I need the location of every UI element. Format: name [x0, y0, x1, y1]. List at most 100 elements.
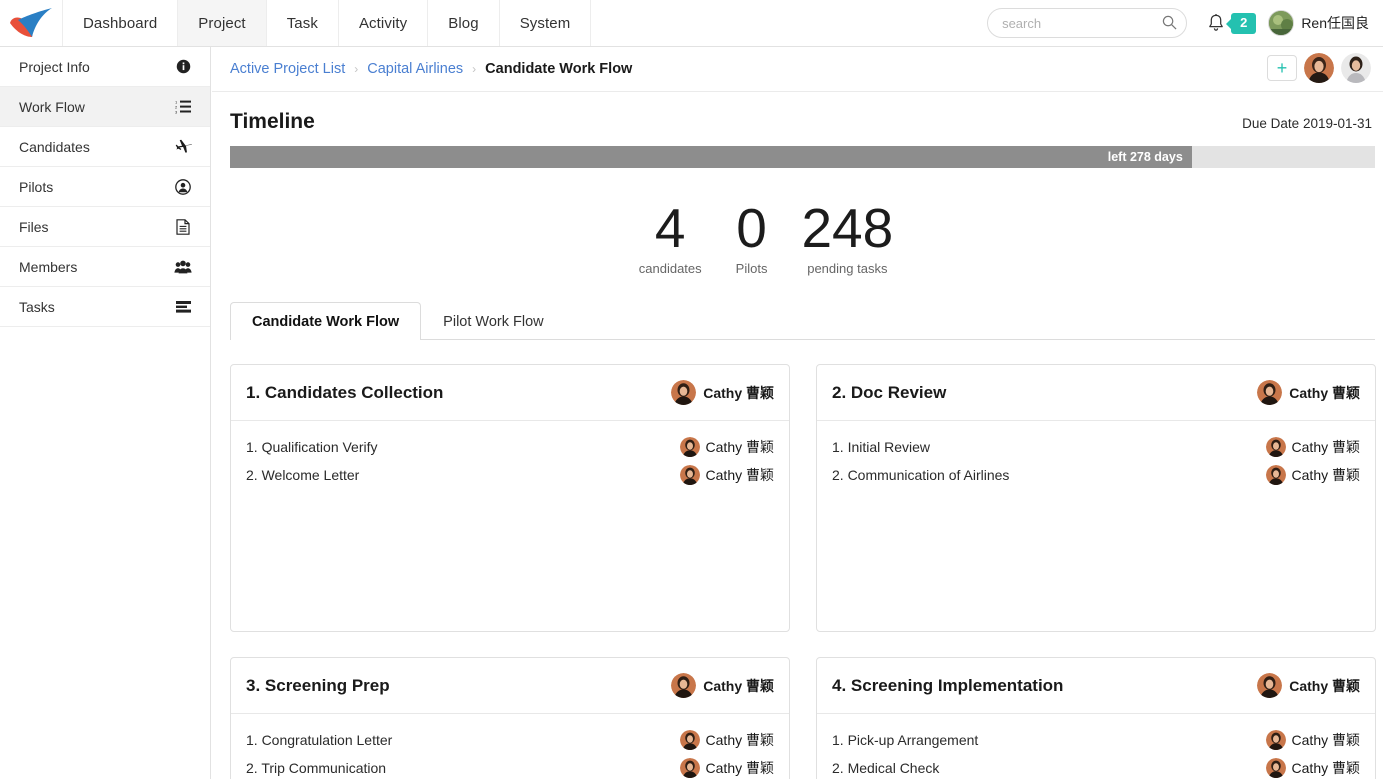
- sidebar-item-candidates[interactable]: Candidates: [0, 127, 210, 167]
- task-owner[interactable]: Cathy 曹颖: [1265, 465, 1360, 485]
- sidebar-item-files[interactable]: Files: [0, 207, 210, 247]
- tab-candidate-work-flow[interactable]: Candidate Work Flow: [230, 302, 422, 340]
- task-owner[interactable]: Cathy 曹颖: [1265, 437, 1360, 457]
- task-owner-name: Cathy 曹颖: [705, 760, 774, 776]
- member-avatar-2[interactable]: [1341, 53, 1371, 83]
- avatar-image: [1304, 53, 1334, 83]
- workflow-card[interactable]: 4. Screening Implementation Cathy 曹颖 1. …: [816, 657, 1376, 779]
- task-owner[interactable]: Cathy 曹颖: [1265, 730, 1360, 750]
- sidebar-item-tasks[interactable]: Tasks: [0, 287, 210, 327]
- workflow-card[interactable]: 3. Screening Prep Cathy 曹颖 1. Congratula…: [230, 657, 790, 779]
- card-task-list: 1. Congratulation Letter Cathy 曹颖 2. Tri…: [231, 714, 789, 779]
- breadcrumb-bar: Active Project List › Capital Airlines ›…: [212, 47, 1383, 92]
- card-owner[interactable]: Cathy 曹颖: [1257, 380, 1360, 405]
- main-content-area: Active Project List › Capital Airlines ›…: [212, 47, 1383, 779]
- task-owner-avatar: [1265, 437, 1286, 457]
- avatar-image: [1265, 465, 1286, 485]
- sidebar-item-pilots[interactable]: Pilots: [0, 167, 210, 207]
- breadcrumb-item-active-project-list[interactable]: Active Project List: [230, 61, 345, 77]
- card-owner[interactable]: Cathy 曹颖: [671, 380, 774, 405]
- add-member-button[interactable]: +: [1267, 55, 1297, 81]
- nav-item-blog[interactable]: Blog: [428, 0, 500, 46]
- timeline-header: Timeline Due Date 2019-01-31: [230, 92, 1372, 146]
- card-owner[interactable]: Cathy 曹颖: [1257, 673, 1360, 698]
- app-logo[interactable]: [0, 0, 62, 46]
- breadcrumb-item-current: Candidate Work Flow: [485, 61, 633, 77]
- bell-icon[interactable]: [1205, 12, 1227, 34]
- workflow-card[interactable]: 2. Doc Review Cathy 曹颖 1. Initial Review…: [816, 364, 1376, 632]
- task-row[interactable]: 1. Congratulation Letter Cathy 曹颖: [246, 726, 774, 754]
- breadcrumb-separator: ›: [354, 62, 359, 76]
- sidebar-item-label: Project Info: [19, 58, 90, 75]
- sidebar-item-members[interactable]: Members: [0, 247, 210, 287]
- task-owner-avatar: [1265, 465, 1286, 485]
- task-row[interactable]: 1. Qualification Verify Cathy 曹颖: [246, 433, 774, 461]
- task-owner[interactable]: Cathy 曹颖: [1265, 758, 1360, 778]
- task-label: 1. Congratulation Letter: [246, 732, 393, 748]
- card-title: 3. Screening Prep: [246, 675, 390, 695]
- page-title: Timeline: [230, 110, 315, 133]
- svg-text:3: 3: [175, 109, 178, 114]
- task-owner[interactable]: Cathy 曹颖: [679, 437, 774, 457]
- timeline-progress-fill: left 278 days: [230, 146, 1192, 168]
- user-avatar[interactable]: [1268, 10, 1295, 36]
- nav-item-system[interactable]: System: [500, 0, 592, 46]
- search-input[interactable]: [987, 8, 1188, 38]
- stat-pending-tasks: 248 pending tasks: [801, 198, 893, 276]
- task-row[interactable]: 2. Communication of Airlines Cathy 曹颖: [832, 461, 1360, 489]
- card-owner[interactable]: Cathy 曹颖: [671, 673, 774, 698]
- task-owner-name: Cathy 曹颖: [705, 732, 774, 748]
- task-owner[interactable]: Cathy 曹颖: [679, 758, 774, 778]
- people-group-icon: [174, 258, 192, 276]
- tab-pilot-work-flow[interactable]: Pilot Work Flow: [421, 302, 565, 340]
- avatar-image: [1257, 673, 1283, 698]
- notification-count-badge[interactable]: 2: [1226, 12, 1257, 34]
- stat-label: pending tasks: [807, 261, 888, 276]
- nav-label: Task: [286, 14, 318, 32]
- document-icon: [174, 218, 192, 236]
- task-row[interactable]: 1. Pick-up Arrangement Cathy 曹颖: [832, 726, 1360, 754]
- task-row[interactable]: 2. Welcome Letter Cathy 曹颖: [246, 461, 774, 489]
- ordered-list-icon: 1 2 3: [174, 98, 192, 116]
- breadcrumb-item-capital-airlines[interactable]: Capital Airlines: [367, 61, 463, 77]
- search-box: [987, 8, 1188, 38]
- sidebar-item-project-info[interactable]: Project Info: [0, 47, 210, 87]
- nav-label: Project: [198, 14, 246, 32]
- sidebar-item-work-flow[interactable]: Work Flow 1 2 3: [0, 87, 210, 127]
- nav-item-project[interactable]: Project: [178, 0, 267, 46]
- sidebar-item-label: Tasks: [19, 298, 55, 315]
- top-navigation-bar: Dashboard Project Task Activity Blog Sys…: [0, 0, 1383, 47]
- avatar-image: [679, 465, 700, 485]
- task-owner-avatar: [1265, 758, 1286, 778]
- task-row[interactable]: 2. Trip Communication Cathy 曹颖: [246, 754, 774, 779]
- workflow-card[interactable]: 1. Candidates Collection Cathy 曹颖 1. Qua…: [230, 364, 790, 632]
- member-avatar-1[interactable]: [1304, 53, 1334, 83]
- nav-item-task[interactable]: Task: [267, 0, 339, 46]
- owner-avatar: [1257, 380, 1283, 405]
- task-row[interactable]: 1. Initial Review Cathy 曹颖: [832, 433, 1360, 461]
- task-owner[interactable]: Cathy 曹颖: [679, 465, 774, 485]
- card-title: 2. Doc Review: [832, 382, 947, 402]
- task-label: 1. Initial Review: [832, 439, 931, 455]
- avatar-image: [1265, 437, 1286, 457]
- task-owner[interactable]: Cathy 曹颖: [679, 730, 774, 750]
- project-sidebar: Project Info Work Flow 1 2 3 Candidates …: [0, 47, 211, 779]
- timeline-progress-label: left 278 days: [1107, 150, 1183, 164]
- task-owner-name: Cathy 曹颖: [1291, 760, 1360, 776]
- owner-avatar: [671, 380, 697, 405]
- user-name-label[interactable]: Ren任国良: [1301, 13, 1369, 33]
- swoosh-logo-icon: [10, 8, 52, 37]
- nav-item-dashboard[interactable]: Dashboard: [62, 0, 179, 46]
- task-row[interactable]: 2. Medical Check Cathy 曹颖: [832, 754, 1360, 779]
- sidebar-item-label: Pilots: [19, 178, 54, 195]
- workflow-card-grid: 1. Candidates Collection Cathy 曹颖 1. Qua…: [230, 340, 1376, 779]
- nav-item-activity[interactable]: Activity: [339, 0, 429, 46]
- owner-avatar: [1257, 673, 1283, 698]
- info-circle-icon: [174, 58, 192, 76]
- search-icon[interactable]: [1162, 15, 1177, 30]
- avatar-image: [1265, 758, 1286, 778]
- avatar-image: [671, 673, 697, 698]
- card-task-list: 1. Qualification Verify Cathy 曹颖 2. Welc…: [231, 421, 789, 489]
- nav-label: System: [519, 14, 571, 32]
- nav-label: Activity: [358, 14, 408, 32]
